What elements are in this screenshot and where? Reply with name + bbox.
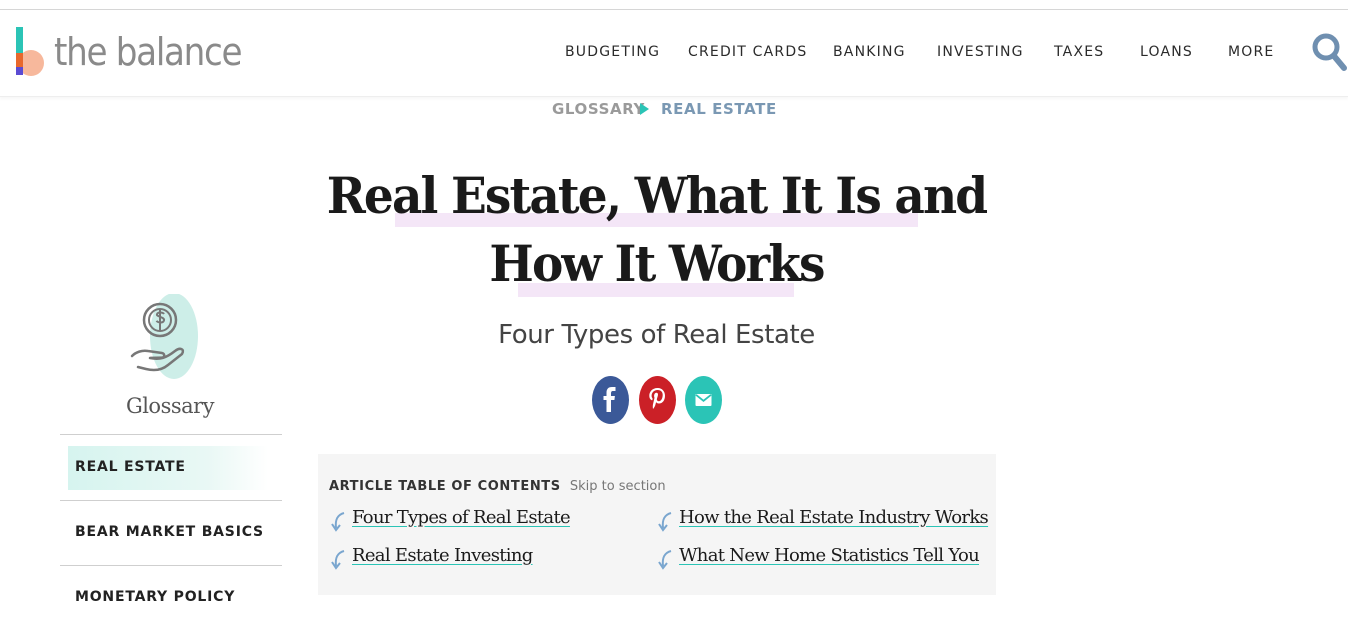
toc-link-text: Four Types of Real Estate xyxy=(352,507,571,528)
sidebar-divider xyxy=(60,434,282,435)
sidebar-item-label: REAL ESTATE xyxy=(75,459,186,475)
nav-item-investing[interactable]: INVESTING xyxy=(937,44,1024,60)
sidebar-divider xyxy=(60,500,282,501)
glossary-sidebar: Glossary REAL ESTATE BEAR MARKET BASICS … xyxy=(60,290,282,629)
nav-item-banking[interactable]: BANKING xyxy=(833,44,906,60)
pinterest-share-button[interactable] xyxy=(639,376,676,424)
toc-link-text: How the Real Estate Industry Works xyxy=(679,507,989,528)
sidebar-item-label: MONETARY POLICY xyxy=(75,589,236,605)
facebook-icon xyxy=(603,387,616,412)
toc-heading: ARTICLE TABLE OF CONTENTS Skip to sectio… xyxy=(329,475,666,494)
nav-item-budgeting[interactable]: BUDGETING xyxy=(565,44,660,60)
table-of-contents: ARTICLE TABLE OF CONTENTS Skip to sectio… xyxy=(318,454,996,595)
curved-arrow-icon xyxy=(331,550,345,570)
nav-item-taxes[interactable]: TAXES xyxy=(1054,44,1104,60)
glossary-title: Glossary xyxy=(125,394,215,418)
email-share-button[interactable] xyxy=(685,376,722,424)
facebook-share-button[interactable] xyxy=(592,376,629,424)
toc-title: ARTICLE TABLE OF CONTENTS xyxy=(329,479,561,494)
toc-link-text: Real Estate Investing xyxy=(352,545,533,566)
sidebar-divider xyxy=(60,565,282,566)
toc-skip-label: Skip to section xyxy=(569,479,666,494)
toc-link-text: What New Home Statistics Tell You xyxy=(679,545,980,566)
nav-item-credit-cards[interactable]: CREDIT CARDS xyxy=(688,44,807,60)
sidebar-item-label: BEAR MARKET BASICS xyxy=(75,524,264,540)
search-icon[interactable] xyxy=(1311,30,1347,74)
email-icon xyxy=(695,394,712,406)
sidebar-item-monetary-policy[interactable]: MONETARY POLICY xyxy=(60,576,282,620)
pinterest-icon xyxy=(649,388,665,409)
breadcrumb-arrow-icon xyxy=(640,103,649,115)
page-title-line-2: How It Works xyxy=(489,234,825,293)
breadcrumb-real-estate[interactable]: REAL ESTATE xyxy=(661,100,777,118)
main-nav: BUDGETING CREDIT CARDS BANKING INVESTING… xyxy=(0,44,1348,64)
sidebar-item-bear-market-basics[interactable]: BEAR MARKET BASICS xyxy=(60,511,282,555)
curved-arrow-icon xyxy=(658,550,672,570)
nav-item-more[interactable]: MORE xyxy=(1228,44,1274,60)
curved-arrow-icon xyxy=(658,512,672,532)
breadcrumb-glossary[interactable]: GLOSSARY xyxy=(552,100,645,118)
page-title-line-1: Real Estate, What It Is and xyxy=(326,166,988,225)
curved-arrow-icon xyxy=(331,512,345,532)
sidebar-item-real-estate[interactable]: REAL ESTATE xyxy=(60,446,282,490)
site-header: the balance BUDGETING CREDIT CARDS BANKI… xyxy=(0,10,1348,97)
money-hand-icon xyxy=(130,294,198,379)
nav-item-loans[interactable]: LOANS xyxy=(1140,44,1193,60)
